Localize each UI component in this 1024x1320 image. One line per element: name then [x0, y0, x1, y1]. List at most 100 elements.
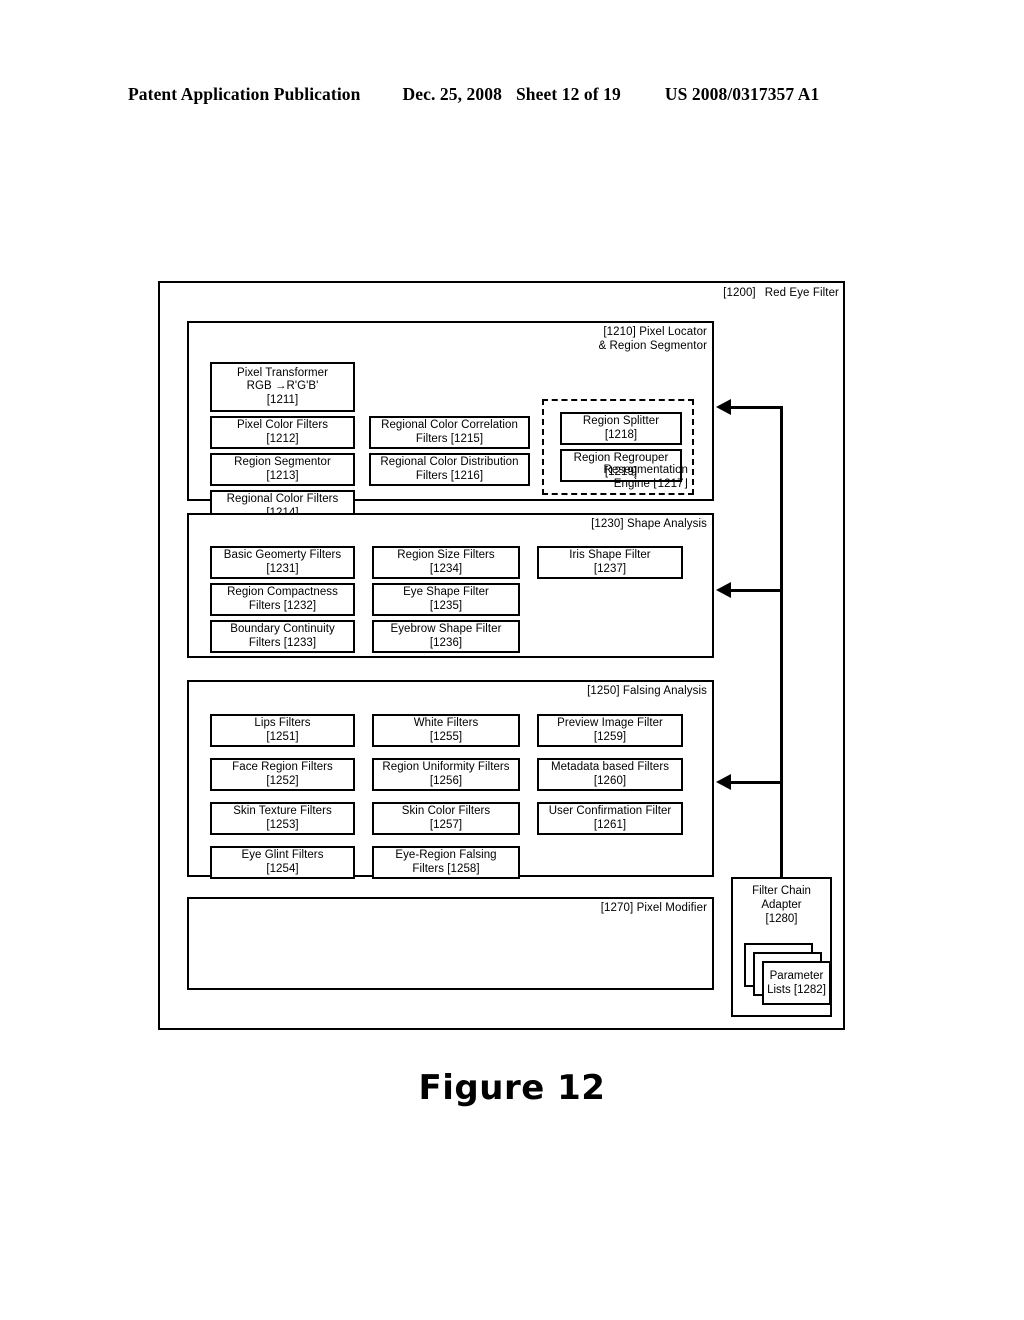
box-line: Regional Color Distribution — [380, 456, 519, 468]
box-line: Regional Color Filters — [226, 493, 339, 505]
publication-date: Dec. 25, 2008 — [402, 84, 502, 104]
box-line: [1255] — [429, 730, 463, 743]
section-falsing-analysis: [1250] Falsing Analysis Lips Filters [12… — [187, 680, 714, 879]
box-eye-region-falsing-filters[interactable]: Eye-Region Falsing Filters [1258] — [372, 846, 520, 879]
box-basic-geometry-filters[interactable]: Basic Geomerty Filters [1231] — [210, 546, 355, 579]
box-line: Basic Geomerty Filters — [223, 549, 342, 561]
box-line: Boundary Continuity — [230, 623, 335, 635]
red-eye-filter-title: [1200] Red Eye Filter — [723, 286, 839, 300]
connector-branch-falsing-analysis — [730, 781, 782, 784]
box-metadata-based-filters[interactable]: Metadata based Filters [1260] — [537, 758, 683, 791]
sheet-number: Sheet 12 of 19 — [515, 84, 621, 104]
box-skin-texture-filters[interactable]: Skin Texture Filters [1253] — [210, 802, 355, 835]
box-line: [1252] — [266, 774, 299, 787]
box-line: [1253] — [266, 818, 299, 831]
publication-label: Patent Application Publication — [128, 84, 361, 104]
box-boundary-continuity-filters[interactable]: Boundary Continuity Filters [1233] — [210, 620, 355, 653]
box-regional-color-correlation-filters[interactable]: Regional Color Correlation Filters [1215… — [369, 416, 530, 449]
group-resegmentation-engine: Region Splitter [1218] Region Regrouper … — [542, 399, 694, 495]
section-title-pixel-locator: [1210] Pixel Locator & Region Segmentor — [598, 326, 707, 352]
box-region-uniformity-filters[interactable]: Region Uniformity Filters [1256] — [372, 758, 520, 791]
box-region-splitter[interactable]: Region Splitter [1218] — [560, 412, 682, 445]
box-line: Regional Color Correlation — [381, 419, 518, 431]
box-line: Skin Texture Filters — [233, 805, 332, 817]
box-line: [1257] — [429, 818, 463, 831]
section-pixel-modifier: [1270] Pixel Modifier — [187, 897, 714, 990]
box-line: Filters [1233] — [248, 636, 317, 649]
connector-branch-pixel-locator — [730, 406, 782, 409]
box-line: Filters [1216] — [415, 469, 484, 482]
box-line: [1235] — [429, 599, 463, 612]
box-line: Filters [1258] — [412, 862, 480, 875]
box-line: Region Splitter — [582, 415, 660, 427]
box-line: [1254] — [266, 862, 299, 875]
connector-trunk — [780, 406, 783, 882]
box-eye-shape-filter[interactable]: Eye Shape Filter [1235] — [372, 583, 520, 616]
box-line: [1259] — [593, 730, 627, 743]
box-line: Eye-Region Falsing — [395, 849, 497, 861]
box-white-filters[interactable]: White Filters [1255] — [372, 714, 520, 747]
figure-caption: Figure 12 — [418, 1068, 606, 1108]
box-region-compactness-filters[interactable]: Region Compactness Filters [1232] — [210, 583, 355, 616]
box-region-segmentor[interactable]: Region Segmentor [1213] — [210, 453, 355, 486]
box-line: Region Uniformity Filters — [382, 761, 510, 773]
section-shape-analysis: [1230] Shape Analysis Basic Geomerty Fil… — [187, 513, 714, 658]
box-region-size-filters[interactable]: Region Size Filters [1234] — [372, 546, 520, 579]
box-line: [1251] — [266, 730, 299, 743]
box-line: User Confirmation Filter — [548, 805, 672, 817]
box-line: Pixel Color Filters — [236, 419, 329, 431]
red-eye-filter-tag: [1200] — [723, 287, 756, 299]
parameter-lists[interactable]: Parameter Lists [1282] — [762, 961, 831, 1005]
section-title-falsing-analysis: [1250] Falsing Analysis — [587, 685, 707, 697]
box-iris-shape-filter[interactable]: Iris Shape Filter [1237] — [537, 546, 683, 579]
box-line: [1211] — [266, 393, 299, 406]
filter-chain-adapter[interactable]: Filter Chain Adapter [1280] Parameter Li… — [731, 877, 832, 1017]
connector-branch-shape-analysis — [730, 589, 782, 592]
box-eyebrow-shape-filter[interactable]: Eyebrow Shape Filter [1236] — [372, 620, 520, 653]
section-pixel-locator: [1210] Pixel Locator & Region Segmentor … — [187, 321, 714, 523]
box-skin-color-filters[interactable]: Skin Color Filters [1257] — [372, 802, 520, 835]
arrow-to-falsing-analysis — [716, 774, 731, 790]
box-face-region-filters[interactable]: Face Region Filters [1252] — [210, 758, 355, 791]
box-line: [1261] — [593, 818, 627, 831]
box-line: Metadata based Filters — [550, 761, 670, 773]
box-line: Pixel Transformer — [237, 366, 328, 379]
section-title-shape-analysis: [1230] Shape Analysis — [591, 518, 707, 530]
box-line: [1212] — [266, 432, 299, 445]
box-line: Filters [1215] — [415, 432, 484, 445]
box-line: [1260] — [593, 774, 627, 787]
section-title-pixel-modifier: [1270] Pixel Modifier — [600, 902, 707, 914]
box-line: [1218] — [604, 428, 638, 441]
box-line: [1237] — [593, 562, 627, 575]
box-line: Region Size Filters — [397, 549, 495, 561]
box-line: [1231] — [266, 562, 299, 575]
box-pixel-transformer[interactable]: Pixel Transformer RGB →R'G'B' [1211] — [210, 362, 355, 412]
box-line: Region Compactness — [227, 586, 338, 598]
box-line: Skin Color Filters — [401, 805, 491, 817]
box-line: Eyebrow Shape Filter — [390, 623, 502, 635]
box-line: Lips Filters — [254, 717, 311, 729]
box-line: [1236] — [429, 636, 463, 649]
box-line: White Filters — [413, 717, 479, 729]
box-line: [1213] — [266, 469, 299, 482]
box-line: RGB →R'G'B' — [246, 380, 319, 393]
box-line: Eye Shape Filter — [403, 586, 489, 598]
box-preview-image-filter[interactable]: Preview Image Filter [1259] — [537, 714, 683, 747]
label-resegmentation-engine: Resegmentation Engine ⌊1217⌋ — [603, 464, 688, 490]
box-user-confirmation-filter[interactable]: User Confirmation Filter [1261] — [537, 802, 683, 835]
box-lips-filters[interactable]: Lips Filters [1251] — [210, 714, 355, 747]
box-line: Iris Shape Filter — [569, 549, 651, 561]
box-pixel-color-filters[interactable]: Pixel Color Filters [1212] — [210, 416, 355, 449]
box-line: Eye Glint Filters — [241, 849, 324, 861]
box-line: [1256] — [429, 774, 463, 787]
filter-chain-adapter-title: Filter Chain Adapter [1280] — [752, 885, 811, 925]
box-line: [1234] — [429, 562, 463, 575]
box-regional-color-distribution-filters[interactable]: Regional Color Distribution Filters [121… — [369, 453, 530, 486]
box-eye-glint-filters[interactable]: Eye Glint Filters [1254] — [210, 846, 355, 879]
box-line: Region Segmentor — [234, 456, 331, 468]
parameter-lists-label: Parameter Lists [1282] — [767, 970, 826, 996]
box-line: Face Region Filters — [232, 761, 333, 773]
patent-number: US 2008/0317357 A1 — [664, 84, 820, 104]
red-eye-filter-label: Red Eye Filter — [764, 287, 839, 299]
box-line: Preview Image Filter — [557, 717, 663, 729]
